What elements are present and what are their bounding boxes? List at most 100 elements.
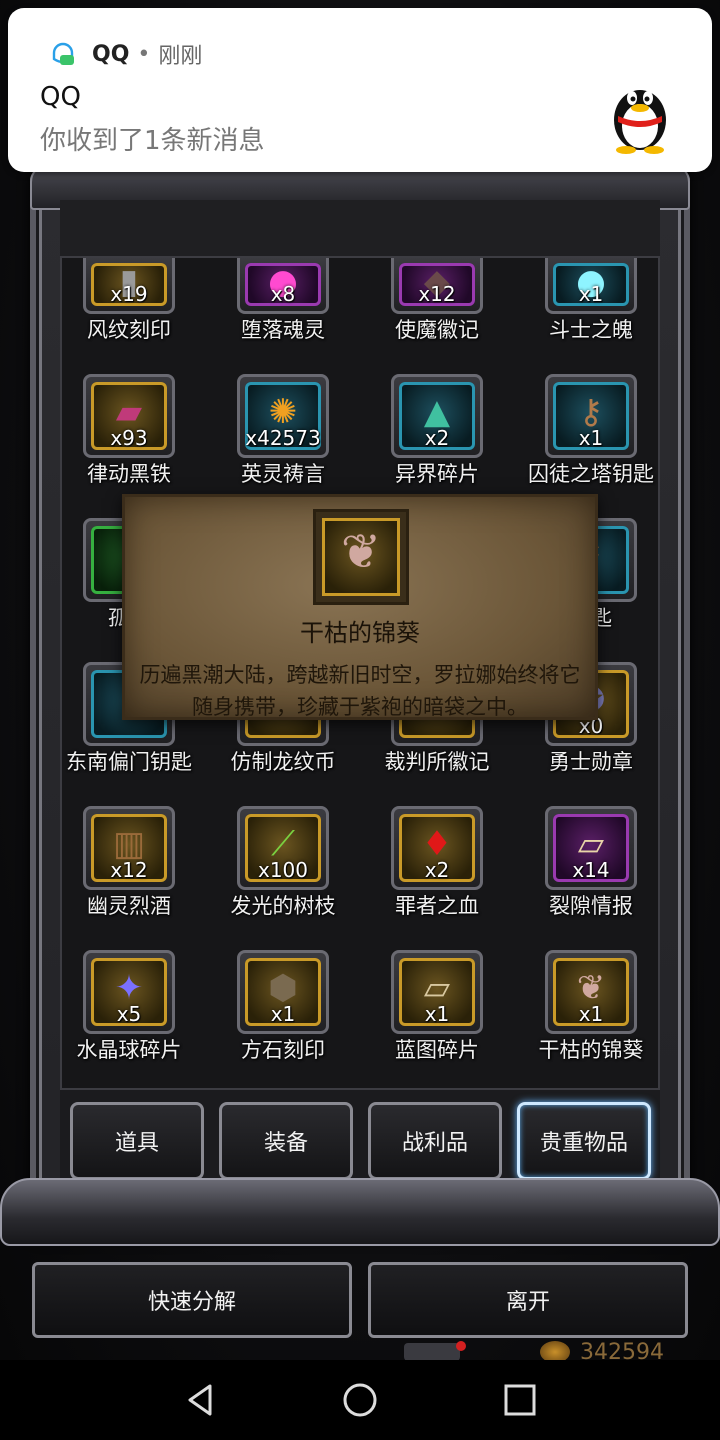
item-name: 勇士勋章 — [549, 750, 633, 774]
item-name: 斗士之魄 — [549, 318, 633, 342]
item-frame: ⚷ x1 — [545, 374, 637, 458]
item-icon-bg: ⟋ x100 — [245, 814, 321, 882]
item-slot[interactable]: ● x8 堕落魂灵 — [208, 258, 358, 344]
notification-separator: • — [137, 41, 151, 67]
item-frame: ▥ x12 — [83, 806, 175, 890]
barrel-icon: ▥ — [112, 823, 146, 864]
item-tooltip[interactable]: ❦ 干枯的锦葵 历遍黑潮大陆，跨越新旧时空，罗拉娜始终将它随身携带，珍藏于紫袍的… — [122, 494, 598, 720]
item-icon-bg: ♦ x2 — [399, 814, 475, 882]
leave-button[interactable]: 离开 — [368, 1262, 688, 1338]
item-count: x42573 — [245, 426, 321, 450]
tooltip-item-name: 干枯的锦葵 — [300, 619, 420, 647]
qq-penguin-icon — [614, 90, 666, 154]
blood-drop-icon: ♦ — [421, 823, 453, 864]
item-icon-bg: ● x8 — [245, 263, 321, 306]
panel-bottom-ornament — [0, 1178, 720, 1246]
back-icon[interactable] — [180, 1380, 220, 1420]
gem-icon — [404, 1341, 466, 1361]
item-frame: ▱ x1 — [391, 950, 483, 1034]
item-slot[interactable]: ▥ x12 幽灵烈酒 — [54, 806, 204, 920]
qq-notification[interactable]: QQ • 刚刚 QQ 你收到了1条新消息 — [8, 8, 712, 172]
item-frame: ● x8 — [237, 258, 329, 314]
item-name: 堕落魂灵 — [241, 318, 325, 342]
item-slot[interactable]: ⚷ x1 囚徒之塔钥匙 — [516, 374, 666, 488]
item-name: 蓝图碎片 — [395, 1038, 479, 1062]
recents-icon[interactable] — [500, 1380, 540, 1420]
item-count: x2 — [424, 858, 450, 882]
item-name: 律动黑铁 — [87, 462, 171, 486]
item-name: 裂隙情报 — [549, 894, 633, 918]
item-slot[interactable]: ◆ x12 使魔徽记 — [362, 258, 512, 344]
tab-valuables[interactable]: 贵重物品 — [517, 1102, 651, 1180]
item-frame: ● x1 — [545, 258, 637, 314]
item-frame: ◆ x12 — [391, 258, 483, 314]
item-slot[interactable]: ▮ x19 风纹刻印 — [54, 258, 204, 344]
item-frame: ❦ x1 — [545, 950, 637, 1034]
notification-title: QQ — [40, 82, 81, 112]
quick-decompose-button[interactable]: 快速分解 — [32, 1262, 352, 1338]
item-slot[interactable]: ❦ x1 干枯的锦葵 — [516, 950, 666, 1064]
item-slot[interactable]: ⟋ x100 发光的树枝 — [208, 806, 358, 920]
branch-icon: ⟋ — [271, 823, 295, 864]
withered-leaf-icon: ❦ — [340, 524, 382, 581]
item-slot[interactable]: ▱ x1 蓝图碎片 — [362, 950, 512, 1064]
item-name: 发光的树枝 — [230, 894, 336, 918]
system-nav-bar — [0, 1360, 720, 1440]
tab-loot[interactable]: 战利品 — [368, 1102, 502, 1180]
item-name: 幽灵烈酒 — [87, 894, 171, 918]
item-count: x1 — [578, 282, 604, 306]
item-slot[interactable]: ⬢ x1 方石刻印 — [208, 950, 358, 1064]
item-count: x1 — [578, 426, 604, 450]
item-slot[interactable]: ♦ x2 罪者之血 — [362, 806, 512, 920]
blueprint-icon: ▱ — [423, 967, 451, 1008]
tooltip-item-icon-bg: ❦ — [322, 518, 400, 596]
item-count: x14 — [572, 858, 610, 882]
item-count: x100 — [257, 858, 308, 882]
item-icon-bg: ▥ x12 — [91, 814, 167, 882]
notification-time: 刚刚 — [158, 44, 203, 69]
key-icon: ⚷ — [578, 391, 604, 432]
item-name: 异界碎片 — [395, 462, 479, 486]
item-name: 干枯的锦葵 — [538, 1038, 644, 1062]
item-name: 使魔徽记 — [395, 318, 479, 342]
item-name: 风纹刻印 — [87, 318, 171, 342]
qq-app-icon — [52, 42, 74, 65]
scroll-icon: ▱ — [577, 823, 605, 864]
item-icon-bg: ✦ x5 — [91, 958, 167, 1026]
item-slot[interactable]: ▱ x14 裂隙情报 — [516, 806, 666, 920]
item-frame: ✺ x42573 — [237, 374, 329, 458]
prayer-orb-icon: ✺ — [268, 391, 298, 432]
item-slot[interactable]: ● x1 斗士之魄 — [516, 258, 666, 344]
tab-items[interactable]: 道具 — [70, 1102, 204, 1180]
inventory-header-strip — [60, 200, 660, 258]
item-frame: ⟋ x100 — [237, 806, 329, 890]
item-icon-bg: ▲ x2 — [399, 382, 475, 450]
item-icon-bg: ▮ x19 — [91, 263, 167, 306]
item-slot[interactable]: ▲ x2 异界碎片 — [362, 374, 512, 488]
item-count: x12 — [110, 858, 148, 882]
black-iron-icon: ▰ — [115, 391, 143, 432]
item-icon-bg: ▱ x14 — [553, 814, 629, 882]
stone-icon: ⬢ — [268, 967, 298, 1008]
item-count: x2 — [424, 426, 450, 450]
item-frame: ▲ x2 — [391, 374, 483, 458]
notification-app-name: QQ — [92, 41, 130, 67]
item-slot[interactable]: ▰ x93 律动黑铁 — [54, 374, 204, 488]
item-frame: ✦ x5 — [83, 950, 175, 1034]
tooltip-item-frame: ❦ — [313, 509, 409, 605]
item-icon-bg: ▱ x1 — [399, 958, 475, 1026]
notification-message: 你收到了1条新消息 — [40, 126, 265, 156]
item-name: 东南偏门钥匙 — [66, 750, 192, 774]
item-frame: ♦ x2 — [391, 806, 483, 890]
item-icon-bg: ▰ x93 — [91, 382, 167, 450]
item-count: x1 — [578, 1002, 604, 1026]
item-slot[interactable]: ✺ x42573 英灵祷言 — [208, 374, 358, 488]
item-icon-bg: ◆ x12 — [399, 263, 475, 306]
item-icon-bg: ❦ x1 — [553, 958, 629, 1026]
item-slot[interactable]: ✦ x5 水晶球碎片 — [54, 950, 204, 1064]
item-name: 仿制龙纹币 — [230, 750, 336, 774]
home-icon[interactable] — [340, 1380, 380, 1420]
game-screen: QQ • 刚刚 QQ 你收到了1条新消息 ▮ x19 风纹刻印 ● x8 堕落魂… — [0, 0, 720, 1440]
item-icon-bg: ⚷ x1 — [553, 382, 629, 450]
tab-equipment[interactable]: 装备 — [219, 1102, 353, 1180]
